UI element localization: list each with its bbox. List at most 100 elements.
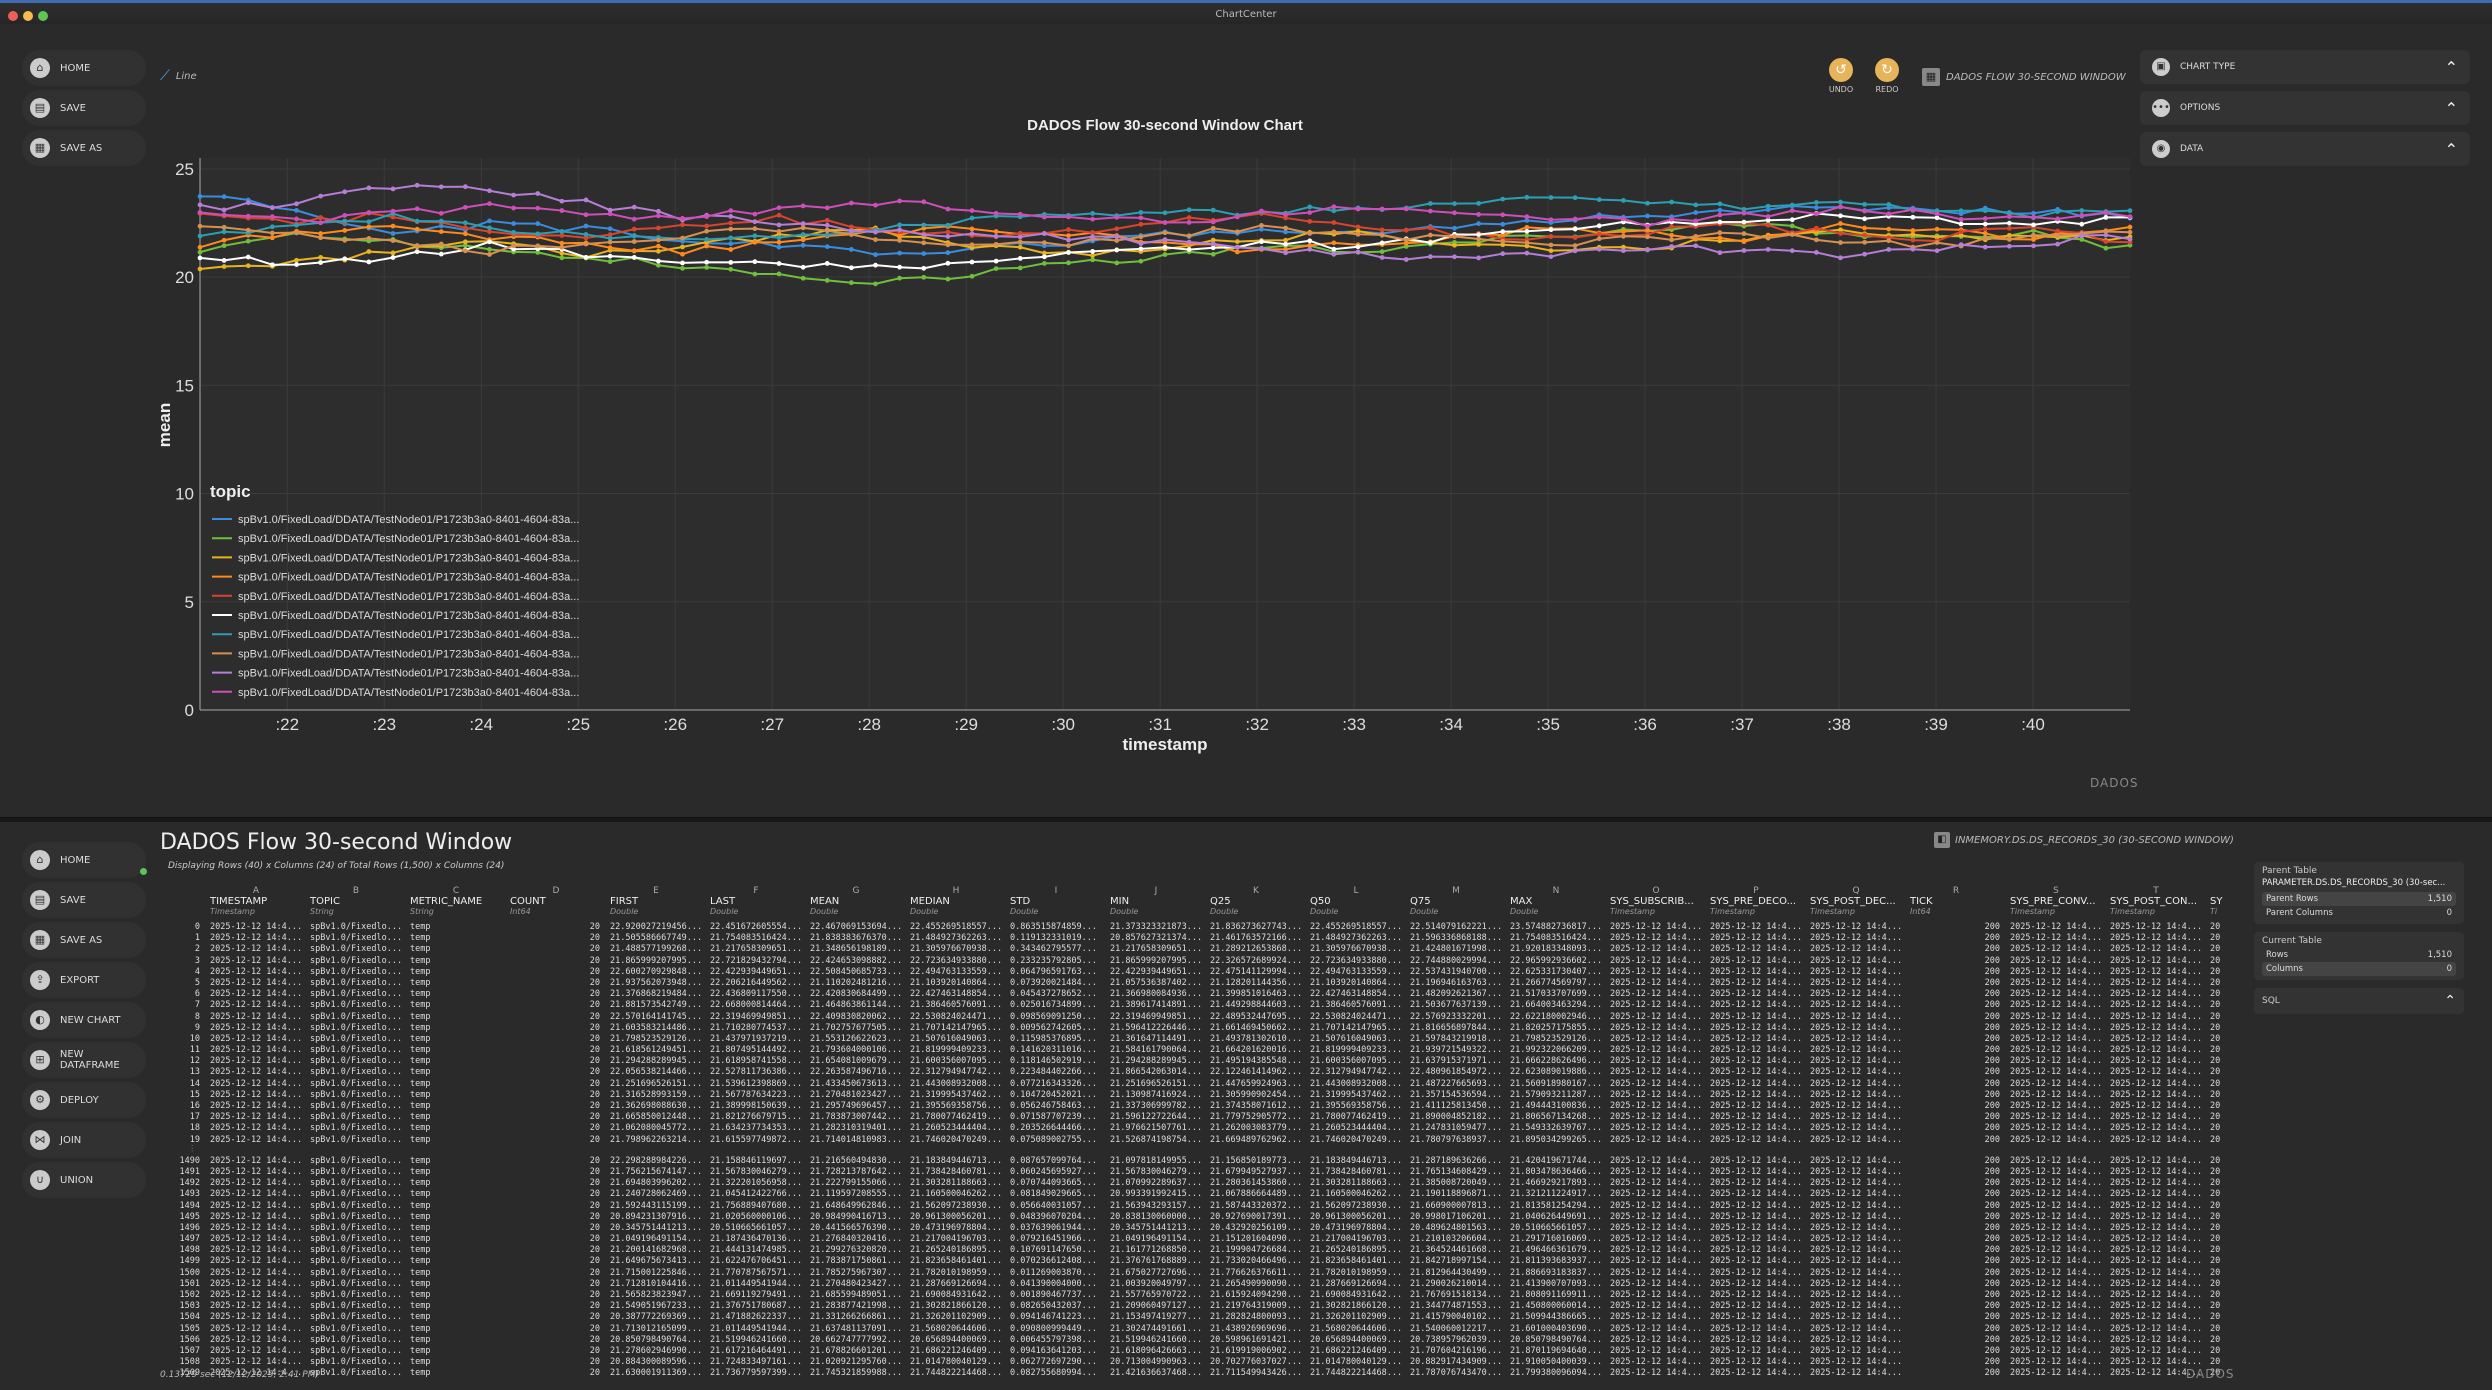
table-row[interactable]: 18 2025-12-12 14:4... spBv1.0/Fixedlo... te… xyxy=(178,1123,2226,1134)
table-row[interactable]: 1494 2025-12-12 14:4... spBv1.0/Fixedlo...… xyxy=(178,1201,2226,1212)
chart-kind-indicator[interactable]: ⟋ Line xyxy=(160,68,197,84)
table-row[interactable]: 16 2025-12-12 14:4... spBv1.0/Fixedlo... te… xyxy=(178,1101,2226,1112)
data-table[interactable]: ABCDEFGHIJKLMNOPQRST TIMESTAMP Timestamp T… xyxy=(178,883,2226,1380)
sidebar-save-button[interactable]: ▤ SAVE xyxy=(22,90,146,126)
table-row[interactable]: 8 2025-12-12 14:4... spBv1.0/Fixedlo... tem… xyxy=(178,1012,2226,1023)
table-row[interactable]: 1 2025-12-12 14:4... spBv1.0/Fixedlo... tem… xyxy=(178,933,2226,944)
undo-button[interactable]: ↺ UNDO xyxy=(1824,58,1858,94)
table-row[interactable]: 9 2025-12-12 14:4... spBv1.0/Fixedlo... tem… xyxy=(178,1023,2226,1034)
table-row[interactable]: 1498 2025-12-12 14:4... spBv1.0/Fixedlo...… xyxy=(178,1245,2226,1256)
sql-section[interactable]: SQL ⌃ xyxy=(2254,988,2464,1014)
table-row[interactable]: 1493 2025-12-12 14:4... spBv1.0/Fixedlo...… xyxy=(178,1189,2226,1200)
sidebar-home-button[interactable]: ⌂ HOME xyxy=(22,50,146,86)
parent-table-name[interactable]: PARAMETER.DS.DS_RECORDS_30 (30-sec... xyxy=(2262,878,2456,892)
sidebar-new-chart-button[interactable]: ◐ NEW CHART xyxy=(22,1002,146,1038)
table-row[interactable]: 0 2025-12-12 14:4... spBv1.0/Fixedlo... tem… xyxy=(178,922,2226,933)
column-header[interactable]: STD Double xyxy=(1006,896,1106,922)
legend-entry[interactable]: spBv1.0/FixedLoad/DDATA/TestNode01/P1723… xyxy=(238,610,579,622)
sidebar-join-button[interactable]: ⋈ JOIN xyxy=(22,1122,146,1158)
sidebar-save-button[interactable]: ▤ SAVE xyxy=(22,882,146,918)
legend-entry[interactable]: spBv1.0/FixedLoad/DDATA/TestNode01/P1723… xyxy=(238,533,579,545)
table-row[interactable]: 12 2025-12-12 14:4... spBv1.0/Fixedlo... te… xyxy=(178,1056,2226,1067)
panel-data[interactable]: ◉ DATA ⌃ xyxy=(2140,132,2470,166)
table-row[interactable]: 1503 2025-12-12 14:4... spBv1.0/Fixedlo...… xyxy=(178,1301,2226,1312)
column-header[interactable]: MIN Double xyxy=(1106,896,1206,922)
sidebar-new-dataframe-button[interactable]: ⊞ NEW DATAFRAME xyxy=(22,1042,146,1078)
table-row[interactable]: 1501 2025-12-12 14:4... spBv1.0/Fixedlo...… xyxy=(178,1279,2226,1290)
chevron-up-icon[interactable]: ⌃ xyxy=(2445,58,2458,77)
column-header[interactable]: Q25 Double xyxy=(1206,896,1306,922)
table-row[interactable]: 1495 2025-12-12 14:4... spBv1.0/Fixedlo...… xyxy=(178,1212,2226,1223)
panel-chart-type[interactable]: ▣ CHART TYPE ⌃ xyxy=(2140,50,2470,84)
table-row[interactable]: 1500 2025-12-12 14:4... spBv1.0/Fixedlo...… xyxy=(178,1268,2226,1279)
table-row[interactable]: 1508 2025-12-12 14:4... spBv1.0/Fixedlo...… xyxy=(178,1357,2226,1368)
column-header[interactable]: Q50 Double xyxy=(1306,896,1406,922)
column-header[interactable]: MEAN Double xyxy=(806,896,906,922)
table-row[interactable]: 1504 2025-12-12 14:4... spBv1.0/Fixedlo...… xyxy=(178,1312,2226,1323)
column-header[interactable]: SYS_POST_CON... Timestamp xyxy=(2106,896,2206,922)
table-row[interactable]: 4 2025-12-12 14:4... spBv1.0/Fixedlo... tem… xyxy=(178,967,2226,978)
table-cell: 20 xyxy=(2210,1345,2221,1356)
table-row[interactable]: 7 2025-12-12 14:4... spBv1.0/Fixedlo... tem… xyxy=(178,1000,2226,1011)
column-header[interactable]: TOPIC String xyxy=(306,896,406,922)
table-row[interactable]: 1509 2025-12-12 14:4... spBv1.0/Fixedlo...… xyxy=(178,1368,2226,1379)
column-header[interactable]: COUNT Int64 xyxy=(506,896,606,922)
table-row[interactable]: 1505 2025-12-12 14:4... spBv1.0/Fixedlo...… xyxy=(178,1324,2226,1335)
table-row[interactable]: 1491 2025-12-12 14:4... spBv1.0/Fixedlo...… xyxy=(178,1167,2226,1178)
table-row[interactable]: 1497 2025-12-12 14:4... spBv1.0/Fixedlo...… xyxy=(178,1234,2226,1245)
table-row[interactable]: 1502 2025-12-12 14:4... spBv1.0/Fixedlo...… xyxy=(178,1290,2226,1301)
column-header[interactable]: TICK Int64 xyxy=(1906,896,2006,922)
redo-button[interactable]: ↻ REDO xyxy=(1870,58,1904,94)
table-row[interactable]: 6 2025-12-12 14:4... spBv1.0/Fixedlo... tem… xyxy=(178,989,2226,1000)
chevron-up-icon[interactable]: ⌃ xyxy=(2444,993,2456,1009)
table-row[interactable]: 1499 2025-12-12 14:4... spBv1.0/Fixedlo...… xyxy=(178,1256,2226,1267)
table-row[interactable]: 1490 2025-12-12 14:4... spBv1.0/Fixedlo...… xyxy=(178,1156,2226,1167)
column-header-partial[interactable]: SY Ti xyxy=(2206,896,2226,922)
column-header[interactable]: MAX Double xyxy=(1506,896,1606,922)
legend-entry[interactable]: spBv1.0/FixedLoad/DDATA/TestNode01/P1723… xyxy=(238,514,579,526)
panel-options[interactable]: ••• OPTIONS ⌃ xyxy=(2140,91,2470,125)
table-row[interactable]: 14 2025-12-12 14:4... spBv1.0/Fixedlo... te… xyxy=(178,1079,2226,1090)
table-row[interactable]: 1496 2025-12-12 14:4... spBv1.0/Fixedlo...… xyxy=(178,1223,2226,1234)
sidebar-home-button[interactable]: ⌂ HOME xyxy=(22,842,146,878)
column-header[interactable]: FIRST Double xyxy=(606,896,706,922)
column-header[interactable]: Q75 Double xyxy=(1406,896,1506,922)
column-header[interactable]: SYS_PRE_CONV... Timestamp xyxy=(2006,896,2106,922)
table-row[interactable]: 10 2025-12-12 14:4... spBv1.0/Fixedlo... te… xyxy=(178,1034,2226,1045)
legend-entry[interactable]: spBv1.0/FixedLoad/DDATA/TestNode01/P1723… xyxy=(238,648,579,660)
table-row[interactable]: 3 2025-12-12 14:4... spBv1.0/Fixedlo... tem… xyxy=(178,956,2226,967)
sidebar-export-button[interactable]: ⇪ EXPORT xyxy=(22,962,146,998)
column-header[interactable]: SYS_POST_DEC... Timestamp xyxy=(1806,896,1906,922)
table-row[interactable]: 1506 2025-12-12 14:4... spBv1.0/Fixedlo...… xyxy=(178,1335,2226,1346)
legend-entry[interactable]: spBv1.0/FixedLoad/DDATA/TestNode01/P1723… xyxy=(238,629,579,641)
legend-entry[interactable]: spBv1.0/FixedLoad/DDATA/TestNode01/P1723… xyxy=(238,668,579,680)
legend-entry[interactable]: spBv1.0/FixedLoad/DDATA/TestNode01/P1723… xyxy=(238,552,579,564)
table-row[interactable]: 5 2025-12-12 14:4... spBv1.0/Fixedlo... tem… xyxy=(178,978,2226,989)
column-header[interactable]: MEDIAN Double xyxy=(906,896,1006,922)
table-row[interactable]: 17 2025-12-12 14:4... spBv1.0/Fixedlo... te… xyxy=(178,1112,2226,1123)
column-header[interactable]: TIMESTAMP Timestamp xyxy=(206,896,306,922)
sidebar-union-button[interactable]: ∪ UNION xyxy=(22,1162,146,1198)
column-header[interactable]: LAST Double xyxy=(706,896,806,922)
chevron-up-icon[interactable]: ⌃ xyxy=(2445,140,2458,159)
legend-entry[interactable]: spBv1.0/FixedLoad/DDATA/TestNode01/P1723… xyxy=(238,572,579,584)
table-cell: 2025-12-12 14:4... xyxy=(1810,944,1903,955)
sidebar-deploy-button[interactable]: ⚙ DEPLOY xyxy=(22,1082,146,1118)
column-header[interactable]: SYS_SUBSCRIB... Timestamp xyxy=(1606,896,1706,922)
column-header[interactable]: METRIC_NAME String xyxy=(406,896,506,922)
table-row[interactable]: 19 2025-12-12 14:4... spBv1.0/Fixedlo... te… xyxy=(178,1135,2226,1146)
table-row[interactable]: 11 2025-12-12 14:4... spBv1.0/Fixedlo... te… xyxy=(178,1045,2226,1056)
legend-entry[interactable]: spBv1.0/FixedLoad/DDATA/TestNode01/P1723… xyxy=(238,687,579,699)
legend-entry[interactable]: spBv1.0/FixedLoad/DDATA/TestNode01/P1723… xyxy=(238,591,579,603)
source-table-label[interactable]: ◧ INMEMORY.DS.DS_RECORDS_30 (30-SECOND W… xyxy=(1934,832,2234,848)
sidebar-save-as-button[interactable]: ▦ SAVE AS xyxy=(22,130,146,166)
table-row[interactable]: 13 2025-12-12 14:4... spBv1.0/Fixedlo... te… xyxy=(178,1067,2226,1078)
table-row[interactable]: 15 2025-12-12 14:4... spBv1.0/Fixedlo... te… xyxy=(178,1090,2226,1101)
table-row[interactable]: 2 2025-12-12 14:4... spBv1.0/Fixedlo... tem… xyxy=(178,944,2226,955)
sidebar-save-as-button[interactable]: ▦ SAVE AS xyxy=(22,922,146,958)
column-header[interactable]: SYS_PRE_DECO... Timestamp xyxy=(1706,896,1806,922)
table-row[interactable]: 1507 2025-12-12 14:4... spBv1.0/Fixedlo...… xyxy=(178,1346,2226,1357)
table-row[interactable]: 1492 2025-12-12 14:4... spBv1.0/Fixedlo...… xyxy=(178,1178,2226,1189)
window-source-label[interactable]: ▦ DADOS FLOW 30-SECOND WINDOW xyxy=(1922,68,2126,86)
chevron-up-icon[interactable]: ⌃ xyxy=(2445,99,2458,118)
